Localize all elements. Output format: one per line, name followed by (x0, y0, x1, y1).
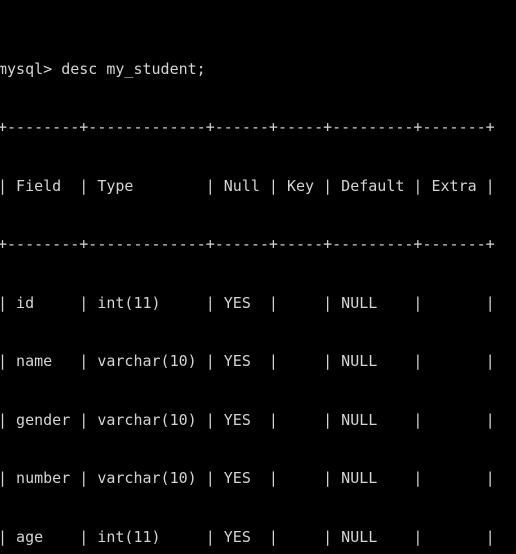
terminal-line: mysql> desc my_student; (0, 59, 206, 78)
table-border-top: +--------+-------------+------+-----+---… (0, 118, 495, 136)
terminal-screen[interactable]: mysql> desc my_student; +--------+------… (0, 1, 495, 554)
table-row: | id | int(11) | YES | | NULL | | (0, 293, 495, 312)
terminal-window[interactable]: mysql> desc my_student; +--------+------… (0, 0, 516, 554)
table-row: | number | varchar(10) | YES | | NULL | … (0, 469, 495, 487)
table-header-row: | Field | Type | Null | Key | Default | … (0, 176, 495, 195)
table-row: | age | int(11) | YES | | NULL | | (0, 527, 495, 546)
table-row: | name | varchar(10) | YES | | NULL | | (0, 352, 495, 370)
table-row: | gender | varchar(10) | YES | | NULL | … (0, 410, 495, 429)
table-border-header: +--------+-------------+------+-----+---… (0, 235, 495, 253)
